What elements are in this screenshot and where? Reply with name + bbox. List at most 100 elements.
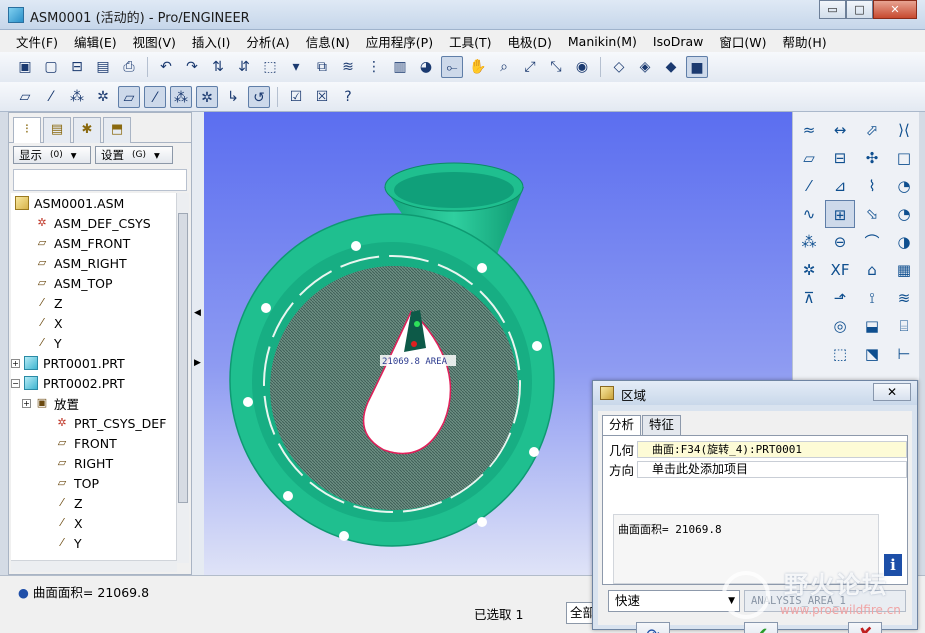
print-icon[interactable]: ⎙ bbox=[118, 56, 140, 78]
drag-icon[interactable]: ✋ bbox=[467, 56, 489, 78]
tree-item[interactable]: ⁄ Y bbox=[11, 333, 177, 353]
tree-item[interactable]: ⁄ Z bbox=[11, 293, 177, 313]
tree-item[interactable]: ASM0001.ASM bbox=[11, 193, 177, 213]
diameter-icon[interactable]: ⊖ bbox=[825, 228, 855, 256]
orient-icon[interactable]: ◉ bbox=[571, 56, 593, 78]
new-icon[interactable]: ▣ bbox=[14, 56, 36, 78]
section-icon[interactable]: ⟩⟨ bbox=[889, 116, 919, 144]
menu-applications[interactable]: 应用程序(P) bbox=[358, 32, 441, 51]
refit-icon[interactable]: ⤢ bbox=[519, 56, 541, 78]
tree-item[interactable]: + ▣ 放置 bbox=[11, 393, 177, 413]
deviation-icon[interactable]: ⬓ bbox=[857, 312, 887, 340]
wireframe-icon[interactable]: ◇ bbox=[608, 56, 630, 78]
redo-icon[interactable]: ↷ bbox=[181, 56, 203, 78]
hole-icon[interactable]: ◔ bbox=[889, 172, 919, 200]
datum-point-icon[interactable]: ⁂ bbox=[795, 228, 823, 256]
tree-item[interactable]: + PRT0001.PRT bbox=[11, 353, 177, 373]
dialog-close-button[interactable]: ✕ bbox=[873, 383, 911, 401]
tree-item[interactable]: ▱ RIGHT bbox=[11, 453, 177, 473]
datum-curve-icon[interactable]: ∿ bbox=[795, 200, 823, 228]
plane-tag-icon[interactable]: ▱ bbox=[118, 85, 140, 108]
tree-filter-field[interactable] bbox=[13, 169, 187, 191]
shell-icon[interactable]: ◑ bbox=[889, 228, 919, 256]
model-tree-icon[interactable]: ⋮ bbox=[363, 56, 385, 78]
tree-vertical-scrollbar[interactable] bbox=[176, 193, 189, 563]
tab-feature[interactable]: 特征 bbox=[642, 415, 682, 435]
curvature-icon[interactable]: ⌇ bbox=[857, 172, 887, 200]
tree-item[interactable]: ▱ TOP bbox=[11, 473, 177, 493]
appearance-icon[interactable]: ◕ bbox=[415, 56, 437, 78]
tree-expander[interactable]: + bbox=[22, 398, 31, 408]
repaint-icon[interactable]: ↳ bbox=[222, 86, 244, 108]
assembly-icon[interactable]: ☑ bbox=[285, 86, 307, 108]
gauge-icon[interactable]: ◎ bbox=[825, 312, 855, 340]
direction-collector[interactable]: 单击此处添加项目 bbox=[637, 460, 907, 478]
annotation-icon[interactable]: ⤡ bbox=[545, 56, 567, 78]
tree-item[interactable]: ⁄ Y bbox=[11, 533, 177, 553]
copy-icon[interactable]: ⧉ bbox=[311, 56, 333, 78]
tree-expander[interactable]: − bbox=[11, 378, 20, 388]
regenerate-icon[interactable]: ⇅ bbox=[207, 56, 229, 78]
ref-dimension-icon[interactable]: ⊟ bbox=[825, 144, 855, 172]
tree-item[interactable]: ▱ FRONT bbox=[11, 433, 177, 453]
no-hidden-icon[interactable]: ◆ bbox=[660, 56, 682, 78]
repeat-analysis-button[interactable]: ⟳ bbox=[636, 622, 670, 633]
tree-item[interactable]: ▱ ASM_TOP bbox=[11, 273, 177, 293]
menu-isodraw[interactable]: IsoDraw bbox=[645, 34, 712, 49]
menu-help[interactable]: 帮助(H) bbox=[775, 32, 835, 51]
pattern-icon[interactable]: ▦ bbox=[889, 256, 919, 284]
view-manager-icon[interactable]: ▥ bbox=[389, 56, 411, 78]
minimize-button[interactable]: ▭ bbox=[819, 0, 846, 19]
area-icon[interactable]: ⊞ bbox=[825, 200, 855, 228]
mass-props-icon[interactable]: ✣ bbox=[857, 144, 887, 172]
ok-button[interactable]: ✔ bbox=[744, 622, 778, 633]
tab-analysis[interactable]: 分析 bbox=[602, 415, 642, 435]
ruler-icon[interactable]: ⊢ bbox=[889, 340, 919, 368]
draft-icon[interactable]: ⬂ bbox=[857, 200, 887, 228]
close-window-icon[interactable]: ☒ bbox=[311, 86, 333, 108]
geometry-collector[interactable]: 曲面:F34(旋转_4):PRT0001 bbox=[637, 440, 907, 458]
round-icon[interactable]: ◔ bbox=[889, 200, 919, 228]
area-annotation[interactable]: 21069.8 AREA bbox=[382, 357, 448, 367]
tree-item[interactable]: − PRT0002.PRT bbox=[11, 373, 177, 393]
scrollbar-thumb[interactable] bbox=[178, 213, 188, 503]
tree-item[interactable]: ⁄ Z bbox=[11, 493, 177, 513]
sketch-curve-icon[interactable]: ≈ bbox=[795, 116, 823, 144]
pink-square-icon[interactable]: □ bbox=[889, 144, 919, 172]
dihedral-icon[interactable]: ⌂ bbox=[857, 256, 887, 284]
analysis-feature-icon[interactable]: ⊼ bbox=[795, 284, 823, 312]
regenerate-manager-icon[interactable]: ⇵ bbox=[233, 56, 255, 78]
undo-icon[interactable]: ↶ bbox=[155, 56, 177, 78]
datum-plane-icon[interactable]: ▱ bbox=[795, 144, 823, 172]
menu-electrode[interactable]: 电极(D) bbox=[499, 32, 559, 51]
hidden-line-icon[interactable]: ◈ bbox=[634, 56, 656, 78]
tree-expander[interactable]: + bbox=[11, 358, 20, 368]
csys-display-icon[interactable]: ✲ bbox=[92, 86, 114, 108]
tab-folder-browser[interactable]: ▤ bbox=[43, 117, 71, 143]
shape-icon[interactable]: ⟟ bbox=[857, 284, 887, 312]
tree-item[interactable]: ⁄ X bbox=[11, 313, 177, 333]
chevron-down-icon[interactable]: ▾ bbox=[285, 56, 307, 78]
analysis-name-field[interactable]: ANALYSIS_AREA_1 bbox=[744, 590, 906, 612]
maximize-button[interactable]: □ bbox=[846, 0, 873, 19]
csys-tag-icon[interactable]: ✲ bbox=[196, 85, 218, 108]
dimension-icon[interactable]: ↔ bbox=[825, 116, 855, 144]
thickness-icon[interactable]: ⬔ bbox=[857, 340, 887, 368]
datum-display-icon[interactable]: ⟜ bbox=[441, 56, 463, 78]
open-icon[interactable]: ▢ bbox=[40, 56, 62, 78]
point-tag-icon[interactable]: ⁂ bbox=[170, 85, 192, 108]
datum-axis-display-icon[interactable]: ⁄ bbox=[40, 86, 62, 108]
menu-insert[interactable]: 插入(I) bbox=[184, 32, 238, 51]
tab-connections[interactable]: ⬒ bbox=[103, 117, 131, 143]
surface-analysis-icon[interactable]: ⌒ bbox=[857, 228, 887, 256]
dialog-title-bar[interactable]: 区域 ✕ bbox=[593, 381, 917, 405]
axis-tag-icon[interactable]: ⁄ bbox=[144, 85, 166, 108]
save-copy-icon[interactable]: ▤ bbox=[92, 56, 114, 78]
tree-item[interactable]: ▱ ASM_RIGHT bbox=[11, 253, 177, 273]
menu-analysis[interactable]: 分析(A) bbox=[238, 32, 297, 51]
csys-icon[interactable]: ✲ bbox=[795, 256, 823, 284]
layers-icon[interactable]: ≋ bbox=[337, 56, 359, 78]
zoom-icon[interactable]: ⌕ bbox=[493, 56, 515, 78]
close-button[interactable]: ✕ bbox=[873, 0, 917, 19]
excavation-icon[interactable]: ⬚ bbox=[825, 340, 855, 368]
